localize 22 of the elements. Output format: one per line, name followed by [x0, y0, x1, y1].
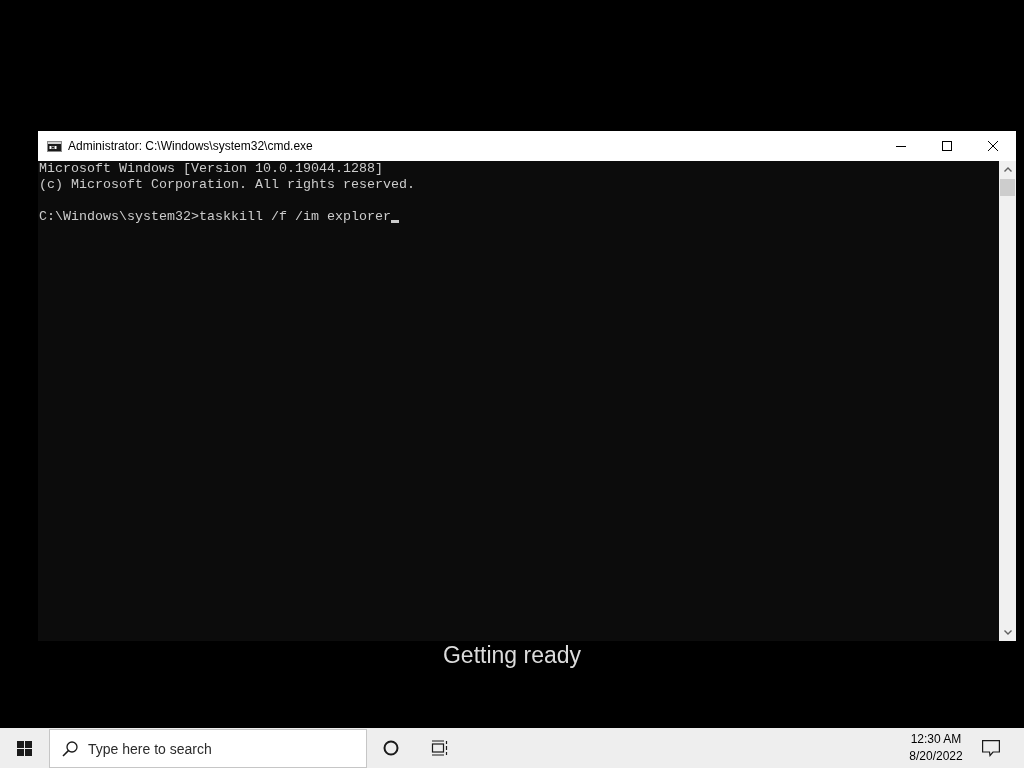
search-icon	[62, 740, 78, 757]
status-text: Getting ready	[441, 641, 583, 669]
window-title: Administrator: C:\Windows\system32\cmd.exe	[68, 139, 313, 153]
clock-button[interactable]: 12:30 AM 8/20/2022	[899, 728, 973, 768]
console-line: Microsoft Windows [Version 10.0.19044.1288]	[39, 161, 384, 177]
scrollbar[interactable]	[999, 161, 1016, 641]
task-view-icon	[430, 740, 448, 756]
close-icon	[988, 141, 998, 151]
windows-logo-icon	[16, 740, 32, 756]
maximize-icon	[942, 141, 952, 151]
caret-down-icon	[1003, 630, 1012, 635]
search-input[interactable]: Type here to search	[88, 740, 328, 757]
terminal-icon	[47, 140, 62, 152]
command-line: C:\Windows\system32>taskkill /f /im explorer	[39, 209, 391, 225]
console-line: (c) Microsoft Corporation. All rights reserved.	[39, 177, 416, 193]
speech-bubble-icon	[982, 739, 1000, 757]
scrollbar-thumb[interactable]	[1000, 179, 1015, 196]
minimize-icon	[896, 145, 906, 147]
circle-icon	[383, 740, 399, 756]
search-bar[interactable]: Type here to search	[49, 729, 367, 768]
console-area[interactable]: Microsoft Windows [Version 10.0.19044.1288] (c) Microsoft Corporation. All rights reserved. C:\Windows\system32>taskkill /f /im explorer	[38, 161, 999, 641]
caret-up-icon	[1003, 167, 1012, 172]
